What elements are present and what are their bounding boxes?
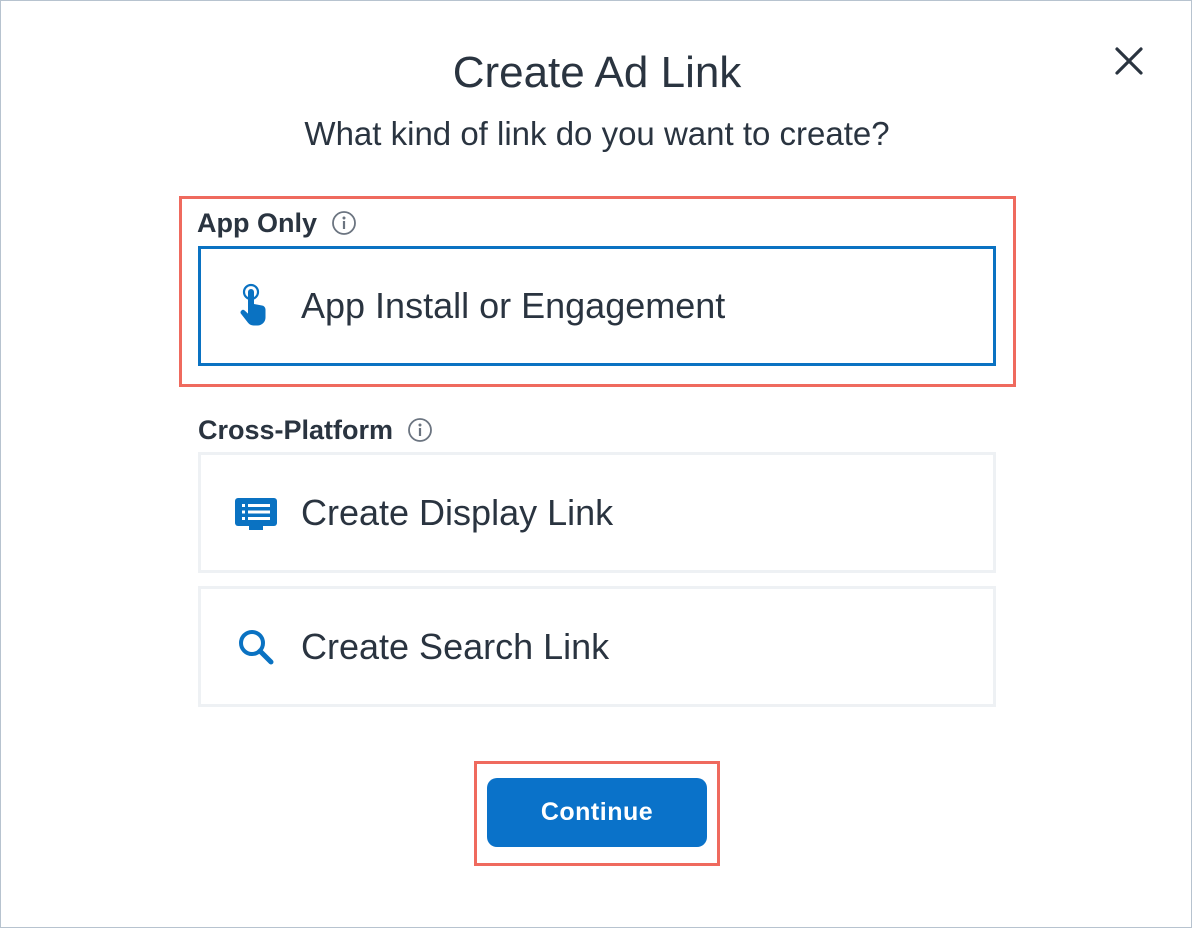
option-label: Create Search Link — [301, 625, 610, 667]
dialog-title: Create Ad Link — [452, 48, 742, 97]
section-label-cross-platform: Cross-Platform — [198, 413, 433, 447]
option-create-display-link[interactable]: Create Display Link — [198, 452, 996, 573]
dialog-subtitle: What kind of link do you want to create? — [304, 115, 890, 152]
create-ad-link-dialog: Create Ad Link What kind of link do you … — [0, 0, 1192, 928]
search-icon — [233, 624, 279, 670]
display-icon — [233, 490, 279, 536]
annotation-highlight-continue — [474, 761, 720, 866]
option-label: Create Display Link — [301, 491, 614, 533]
section-label-text: Cross-Platform — [198, 415, 394, 445]
annotation-highlight-app-only — [179, 196, 1016, 387]
info-icon[interactable] — [407, 417, 433, 443]
option-create-search-link[interactable]: Create Search Link — [198, 586, 996, 707]
